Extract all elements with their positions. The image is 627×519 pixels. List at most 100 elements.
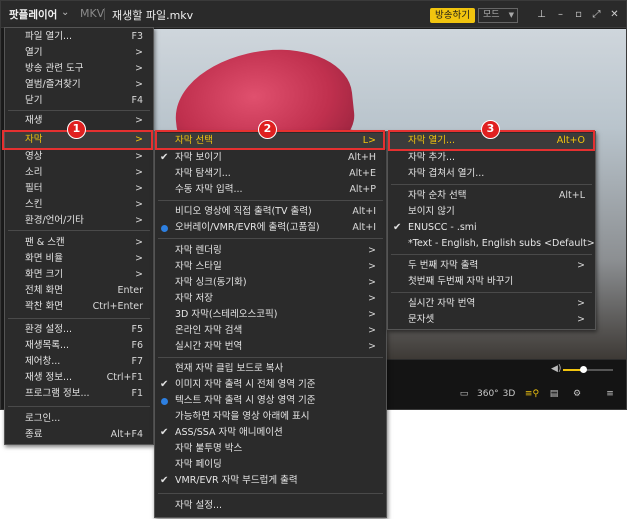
menu-separator <box>8 318 150 319</box>
subtitle-menu-item[interactable]: 자막 저장 > <box>155 291 386 307</box>
playlist-icon[interactable]: ▤ <box>545 386 563 402</box>
subtitle-menu-item[interactable]: 자막 스타일 > <box>155 259 386 275</box>
maximize-icon[interactable]: ▫ <box>572 8 585 21</box>
subtitle-menu-item[interactable]: 수동 자막 입력... Alt+P <box>155 182 386 198</box>
main-menu-item[interactable]: 열범/즐겨찾기 > <box>5 77 153 93</box>
main-menu-item[interactable]: 화면 비율 > <box>5 251 153 267</box>
subtitle-menu-item-label: 자막 저장 <box>175 293 213 304</box>
minimize-icon[interactable]: – <box>554 8 567 21</box>
main-menu-item-label: 닫기 <box>25 95 43 106</box>
volume-icon[interactable]: ◀) <box>551 364 561 374</box>
select-menu-item[interactable]: *Text - English, English subs <Default> <box>388 236 595 252</box>
3d-icon[interactable]: 3D <box>500 386 518 402</box>
subtitle-menu-item-label: 비디오 영상에 직접 출력(TV 출력) <box>175 206 312 217</box>
subtitle-menu-item[interactable]: 자막 싱크(동기화) > <box>155 275 386 291</box>
subtitle-menu-item[interactable]: ✔ 자막 보이기 Alt+H <box>155 150 386 166</box>
subtitle-menu-item-label: 자막 페이딩 <box>175 459 222 470</box>
mode-select-label: 모드 <box>483 10 500 20</box>
subtitle-menu-item-shortcut: > <box>368 277 376 288</box>
subtitle-menu-item-label: 현재 자막 클립 보드로 복사 <box>175 363 284 374</box>
subtitle-menu-item[interactable]: 가능하면 자막을 영상 아래에 표시 <box>155 409 386 425</box>
main-menu-item[interactable]: 전체 화면 Enter <box>5 283 153 299</box>
select-menu-item[interactable]: 문자셋 > <box>388 312 595 328</box>
subtitle-menu-item[interactable]: 자막 렌더링 > <box>155 243 386 259</box>
subtitle-menu-item-shortcut: > <box>368 309 376 320</box>
select-menu-item[interactable]: 자막 순차 선택 Alt+L <box>388 188 595 204</box>
select-menu-item[interactable]: 보이지 않기 <box>388 204 595 220</box>
menu-icon[interactable]: ≡ <box>601 386 619 402</box>
main-menu-item-shortcut: F3 <box>131 31 143 42</box>
mode-select[interactable]: 모드 ▼ <box>478 8 518 23</box>
main-menu-item-shortcut: > <box>135 269 143 280</box>
main-menu-item[interactable]: 스킨 > <box>5 197 153 213</box>
main-menu-item[interactable]: 필터 > <box>5 181 153 197</box>
main-menu-item[interactable]: 재생 정보... Ctrl+F1 <box>5 370 153 386</box>
fullscreen-icon[interactable]: ⤢ <box>590 8 603 21</box>
subtitle-menu-item[interactable]: 실시간 자막 번역 > <box>155 339 386 355</box>
subtitle-menu-item-label: 자막 렌더링 <box>175 245 222 256</box>
subtitle-search-icon[interactable]: ≡⚲ <box>523 386 541 402</box>
main-menu-item-shortcut: F5 <box>131 324 143 335</box>
subtitle-menu-item-label: 3D 자막(스테레오스코픽) <box>175 309 278 320</box>
main-menu-item[interactable]: 로그인... <box>5 411 153 427</box>
main-menu-item-label: 방송 관련 도구 <box>25 63 84 74</box>
main-menu-item[interactable]: 파일 열기... F3 <box>5 29 153 45</box>
main-menu-item[interactable]: 종료 Alt+F4 <box>5 427 153 443</box>
app-logo-menu[interactable]: 팟플레이어 <box>9 7 57 22</box>
main-menu-item-shortcut: > <box>135 167 143 178</box>
select-menu-item-label: 보이지 않기 <box>408 206 455 217</box>
volume-knob[interactable] <box>580 366 587 373</box>
main-menu-item[interactable]: 팬 & 스캔 > <box>5 235 153 251</box>
main-menu-item-label: 로그인... <box>25 413 61 424</box>
subtitle-menu-item[interactable]: 현재 자막 클립 보드로 복사 <box>155 361 386 377</box>
main-menu-item[interactable]: 제어창... F7 <box>5 354 153 370</box>
main-menu-item[interactable]: 소리 > <box>5 165 153 181</box>
subtitle-menu-item[interactable]: ✔ 이미지 자막 출력 시 전체 영역 기준 <box>155 377 386 393</box>
main-menu-item[interactable]: 재생목록... F6 <box>5 338 153 354</box>
subtitle-menu-item[interactable]: 자막 불투명 박스 <box>155 441 386 457</box>
main-menu-item[interactable]: 화면 크기 > <box>5 267 153 283</box>
pin-icon[interactable]: ⊥ <box>535 8 548 21</box>
main-menu-item[interactable]: 환경/언어/기타 > <box>5 213 153 229</box>
main-menu-item-shortcut: > <box>135 79 143 90</box>
select-menu-item[interactable]: 자막 겹쳐서 열기... <box>388 166 595 182</box>
volume-slider[interactable] <box>563 366 613 373</box>
main-menu-item-label: 재생 <box>25 115 43 126</box>
subtitle-menu-item-shortcut: > <box>368 245 376 256</box>
main-menu-item-label: 열기 <box>25 47 43 58</box>
select-menu-item[interactable]: 실시간 자막 번역 > <box>388 296 595 312</box>
select-menu-item[interactable]: 자막 추가... <box>388 150 595 166</box>
close-icon[interactable]: ✕ <box>608 8 621 21</box>
select-menu-item[interactable]: ✔ ENUSCC - .smi <box>388 220 595 236</box>
broadcast-button[interactable]: 방송하기 <box>430 8 475 23</box>
subtitle-menu-item[interactable]: ✔ ASS/SSA 자막 애니메이션 <box>155 425 386 441</box>
check-icon: ✔ <box>160 152 169 163</box>
main-menu-item-shortcut: Enter <box>117 285 144 296</box>
subtitle-menu-item-shortcut: > <box>368 293 376 304</box>
main-menu-item[interactable]: 닫기 F4 <box>5 93 153 109</box>
subtitle-menu-item[interactable]: 비디오 영상에 직접 출력(TV 출력) Alt+I <box>155 204 386 220</box>
subtitle-menu-item[interactable]: 텍스트 자막 출력 시 영상 영역 기준 <box>155 393 386 409</box>
subtitle-menu-item[interactable]: 오버레이/VMR/EVR에 출력(고품질) Alt+I <box>155 220 386 236</box>
main-menu-item[interactable]: 프로그램 정보... F1 <box>5 386 153 402</box>
subtitle-menu-item[interactable]: 온라인 자막 검색 > <box>155 323 386 339</box>
360-icon[interactable]: 360° <box>477 386 499 402</box>
check-icon: ✔ <box>393 222 402 233</box>
main-menu-item[interactable]: 열기 > <box>5 45 153 61</box>
chevron-down-icon[interactable]: ⌄ <box>61 7 69 18</box>
subtitle-menu-item[interactable]: 자막 설정... <box>155 498 386 514</box>
main-menu-item[interactable]: 꽉찬 화면 Ctrl+Enter <box>5 299 153 315</box>
select-menu-item[interactable]: 두 번째 자막 출력 > <box>388 258 595 274</box>
main-menu-item[interactable]: 환경 설정... F5 <box>5 322 153 338</box>
subtitle-menu-item[interactable]: 자막 탐색기... Alt+E <box>155 166 386 182</box>
main-menu-item-label: 전체 화면 <box>25 285 63 296</box>
subtitle-menu-item[interactable]: 자막 페이딩 <box>155 457 386 473</box>
main-menu-item[interactable]: 영상 > <box>5 149 153 165</box>
main-menu-item[interactable]: 방송 관련 도구 > <box>5 61 153 77</box>
menu-separator <box>8 230 150 231</box>
subtitle-menu-item[interactable]: 3D 자막(스테레오스코픽) > <box>155 307 386 323</box>
settings-icon[interactable]: ⚙ <box>568 386 586 402</box>
subtitle-menu-item[interactable]: ✔ VMR/EVR 자막 부드럽게 출력 <box>155 473 386 489</box>
screen-icon[interactable]: ▭ <box>455 386 473 402</box>
select-menu-item[interactable]: 첫번째 두번째 자막 바꾸기 <box>388 274 595 290</box>
